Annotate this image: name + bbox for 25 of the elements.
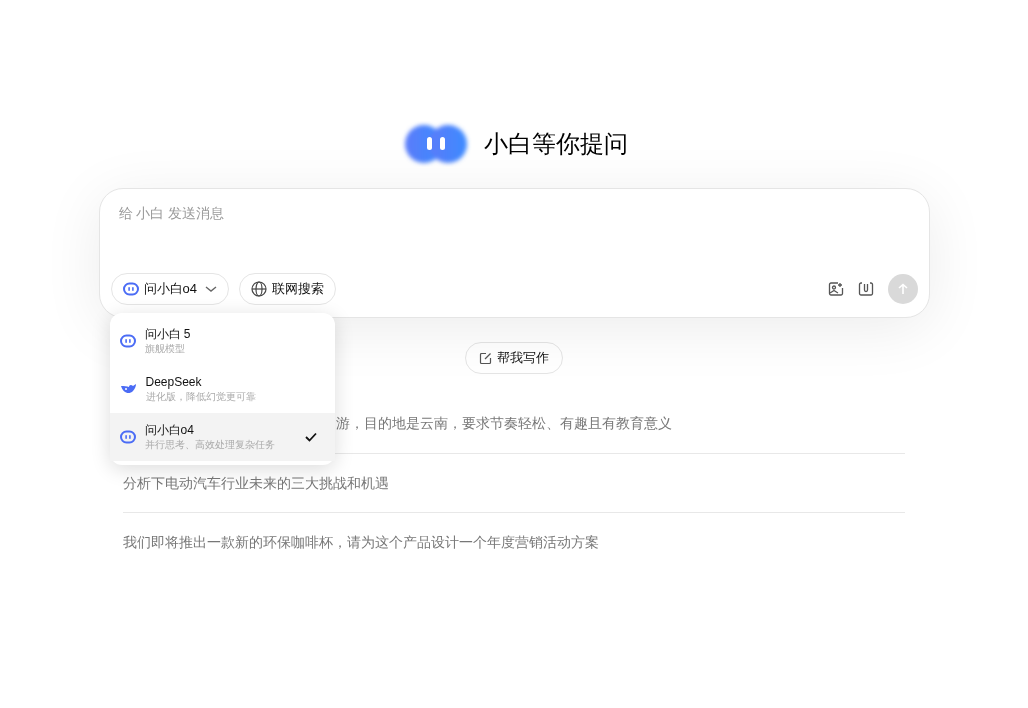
robot-icon xyxy=(119,430,136,444)
image-add-icon[interactable] xyxy=(827,281,844,297)
attachment-icon[interactable] xyxy=(857,281,874,297)
model-option[interactable]: 问小白 5 旗舰模型 xyxy=(109,317,335,365)
globe-icon xyxy=(250,281,267,297)
model-option[interactable]: 问小白o4 并行思考、高效处理复杂任务 xyxy=(109,413,335,461)
model-description: 旗舰模型 xyxy=(144,342,186,356)
message-input[interactable]: 给 小白 发送消息 xyxy=(118,203,918,224)
model-name: 问小白 5 xyxy=(144,326,192,342)
model-name: DeepSeek xyxy=(145,374,203,390)
check-icon xyxy=(304,432,317,442)
chevron-icon xyxy=(204,285,217,293)
suggestion-prompt[interactable]: 分析下电动汽车行业未来的三大挑战和机遇 xyxy=(123,472,389,494)
heading: 小白等你提问 xyxy=(484,129,628,159)
suggestion-prompt[interactable]: 我们即将推出一款新的环保咖啡杯，请为这个产品设计一个年度营销活动方案 xyxy=(123,531,599,553)
edit-icon xyxy=(479,351,492,365)
whale-icon xyxy=(119,382,137,396)
robot-icon xyxy=(119,334,136,348)
arrow-up-icon xyxy=(896,283,909,295)
suggestion-prompt[interactable]: 游，目的地是云南，要求节奏轻松、有趣且有教育意义 xyxy=(336,413,672,434)
model-description: 进化版，降低幻觉更可靠 xyxy=(145,390,257,404)
model-description: 并行思考、高效处理复杂任务 xyxy=(144,438,276,452)
model-option[interactable]: DeepSeek 进化版，降低幻觉更可靠 xyxy=(109,365,335,413)
model-name: 问小白o4 xyxy=(144,422,195,438)
robot-icon xyxy=(122,282,139,296)
